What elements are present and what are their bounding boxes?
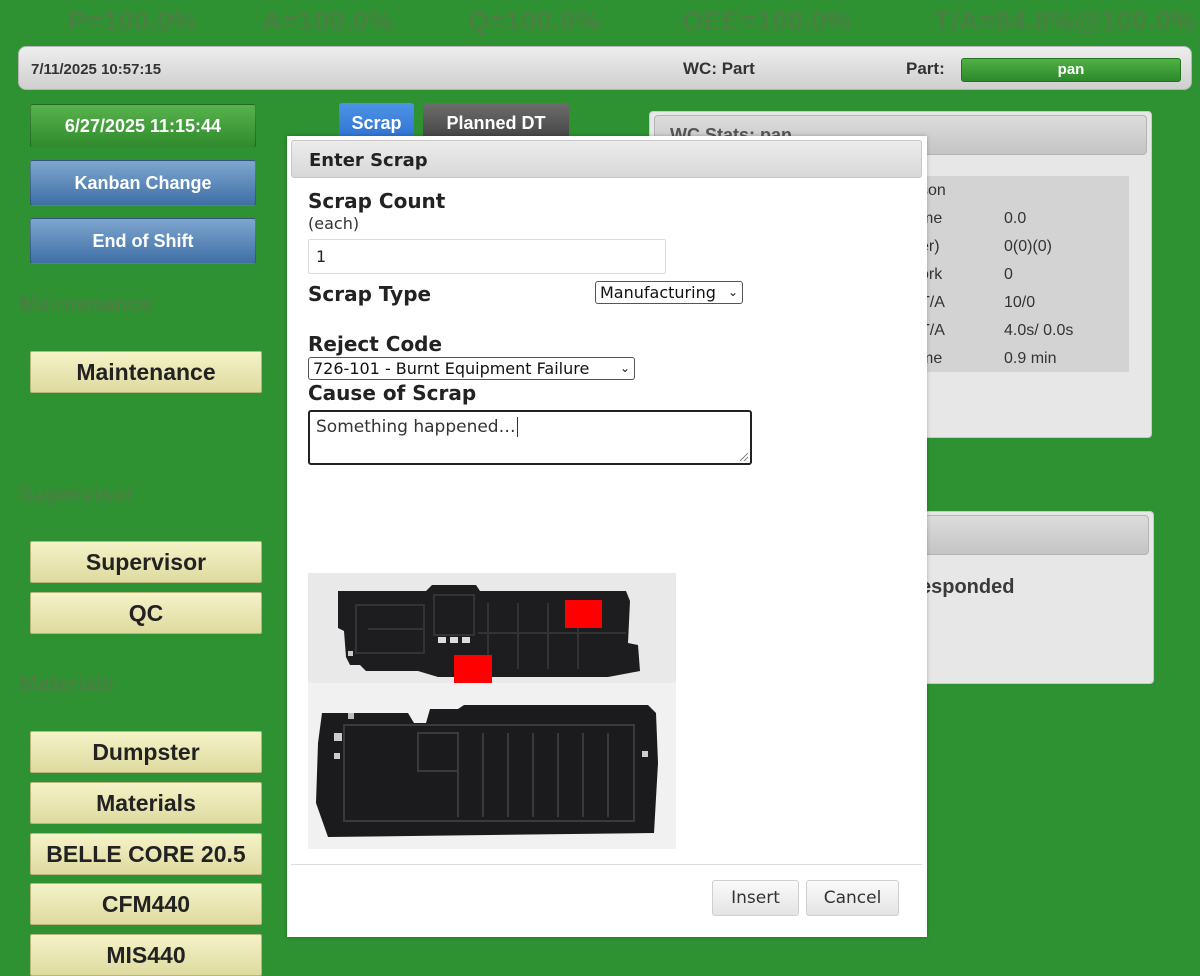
materials-section-label: Materials — [19, 671, 115, 696]
workcenter-label: WC: Part — [683, 59, 755, 78]
stats-row-value: 0.9 min — [1004, 350, 1057, 367]
cause-of-scrap-text: Something happened… — [316, 417, 516, 437]
scrap-type-selected: Manufacturing — [600, 283, 716, 302]
dialog-header: Enter Scrap — [291, 140, 922, 178]
maintenance-button[interactable]: Maintenance — [30, 351, 262, 393]
scrap-count-input[interactable]: 1 — [308, 239, 666, 274]
stats-row-value: 4.0s/ 0.0s — [1004, 322, 1074, 339]
mis440-button[interactable]: MIS440 — [30, 934, 262, 976]
stats-row-value: 0.0 — [1004, 210, 1027, 227]
stats-row-value: 10/0 — [1004, 294, 1036, 311]
header-bar: 7/11/2025 10:57:15 WC: Part Part: pan — [18, 46, 1192, 90]
responded-status: esponded — [920, 576, 1015, 598]
end-of-shift-button[interactable]: End of Shift — [30, 218, 256, 264]
reject-code-select[interactable]: 726-101 - Burnt Equipment Failure ⌄ — [308, 357, 635, 380]
cause-of-scrap-textarea[interactable]: Something happened… — [308, 410, 752, 465]
current-datetime: 7/11/2025 10:57:15 — [31, 61, 162, 78]
dialog-footer-divider — [291, 864, 922, 865]
chevron-down-icon: ⌄ — [727, 285, 738, 299]
cfm440-button[interactable]: CFM440 — [30, 883, 262, 925]
wc-stats-table: son me 0.0 er) 0(0)(0) ork 0 T/A 10/0 T/… — [920, 176, 1129, 372]
part-image[interactable] — [308, 573, 676, 849]
belle-core-button[interactable]: BELLE CORE 20.5 — [30, 833, 262, 875]
scrap-count-label: Scrap Count — [308, 189, 446, 213]
part-photo-svg — [308, 573, 676, 849]
stats-row-value: 0(0)(0) — [1004, 238, 1053, 255]
cancel-button[interactable]: Cancel — [806, 880, 899, 916]
metric-availability: A=100.0% — [262, 6, 393, 36]
metric-takt: T/A=84.8%@100.0% — [934, 6, 1196, 36]
enter-scrap-dialog: Enter Scrap Scrap Count (each) 1 Scrap T… — [287, 136, 927, 937]
reject-code-selected: 726-101 - Burnt Equipment Failure — [313, 359, 590, 378]
reject-code-label: Reject Code — [308, 332, 443, 356]
resize-grip-icon[interactable] — [740, 453, 748, 461]
scrap-count-unit: (each) — [308, 214, 360, 233]
chevron-down-icon: ⌄ — [619, 361, 630, 375]
metrics-bar: P=100.0% A=100.0% Q=100.0% OEE=100.0% T/… — [0, 0, 1200, 46]
metric-oee: OEE=100.0% — [682, 6, 852, 36]
scrap-type-select[interactable]: Manufacturing ⌄ — [595, 281, 743, 304]
part-value[interactable]: pan — [961, 58, 1181, 82]
kanban-change-button[interactable]: Kanban Change — [30, 160, 256, 206]
maintenance-section-label: Maintenance — [19, 291, 153, 316]
metric-quality: Q=100.0% — [468, 6, 601, 36]
cause-of-scrap-label: Cause of Scrap — [308, 381, 477, 405]
stats-row-value: 0 — [1004, 266, 1013, 283]
scrap-type-label: Scrap Type — [308, 282, 432, 306]
dialog-title: Enter Scrap — [309, 150, 428, 171]
dumpster-button[interactable]: Dumpster — [30, 731, 262, 773]
qc-button[interactable]: QC — [30, 592, 262, 634]
insert-button[interactable]: Insert — [712, 880, 799, 916]
supervisor-button[interactable]: Supervisor — [30, 541, 262, 583]
materials-button[interactable]: Materials — [30, 782, 262, 824]
part-label: Part: — [906, 59, 945, 78]
metric-performance: P=100.0% — [68, 6, 198, 36]
start-timestamp-button[interactable]: 6/27/2025 11:15:44 — [30, 104, 256, 148]
supervisor-section-label: Supervisor — [19, 481, 134, 506]
